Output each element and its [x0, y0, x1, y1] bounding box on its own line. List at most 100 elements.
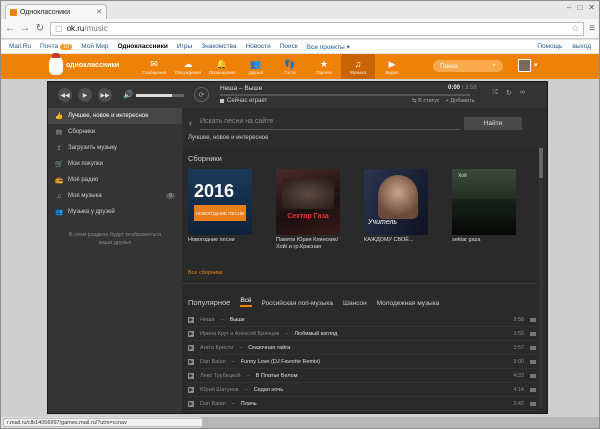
back-icon[interactable]: ←	[5, 23, 15, 34]
portal-link-mail[interactable]: Почта 10	[40, 43, 73, 50]
album-name[interactable]: КАЖДОМУ СВОЁ...	[364, 237, 428, 244]
portal-link-news[interactable]: Новости	[246, 43, 271, 50]
download-icon[interactable]	[530, 345, 536, 350]
play-icon[interactable]: ▶	[188, 372, 194, 379]
track-artist[interactable]: Ирина Круг и Алексей Брянцев	[200, 331, 279, 337]
add-button[interactable]: + Добавить	[446, 98, 475, 104]
portal-link-search[interactable]: Поиск	[280, 43, 298, 50]
sidebar-item-best[interactable]: 👍 Лучшее, новое и интересное	[48, 108, 182, 124]
browser-menu-icon[interactable]: ≡	[589, 23, 595, 34]
avatar[interactable]	[518, 59, 531, 72]
album-cover[interactable]: Учитель	[364, 169, 428, 235]
close-window-icon[interactable]: ✕	[588, 3, 595, 12]
album-cover[interactable]: Сектор Газа	[276, 169, 340, 235]
nav-music[interactable]: ♫ Музыка	[341, 54, 375, 79]
album-card[interactable]: Сектор Газа Памяти Юрия Клинских/Хой/ и …	[276, 169, 340, 251]
tab-russian-pop[interactable]: Российская поп-музыка	[262, 300, 333, 307]
album-name[interactable]: sektar gaza	[452, 237, 516, 244]
play-icon[interactable]: ▶	[188, 344, 194, 351]
sidebar-item-purchases[interactable]: 🛒 Мои покупки	[48, 156, 182, 172]
portal-link-dating[interactable]: Знакомства	[201, 43, 236, 50]
download-icon[interactable]	[530, 331, 536, 336]
track-title[interactable]: Сказочная тайга	[248, 345, 290, 351]
back-arrow-icon[interactable]: ‹	[189, 118, 192, 128]
track-title[interactable]: Любимый взгляд	[294, 331, 337, 337]
tab-youth-music[interactable]: Молодежная музыка	[377, 300, 440, 307]
repeat-icon[interactable]: ⟳	[194, 87, 209, 102]
portal-link-mailru[interactable]: Mail.Ru	[9, 43, 31, 50]
nav-notifications[interactable]: 🔔 Оповещения	[205, 54, 239, 79]
download-icon[interactable]	[530, 387, 536, 392]
nav-messages[interactable]: ✉ Сообщения	[137, 54, 171, 79]
bookmark-star-icon[interactable]: ☆	[571, 23, 579, 34]
shuffle-icon[interactable]: ⤮	[492, 89, 498, 97]
track-title[interactable]: Funny Love (DJ Favorite Remix)	[241, 359, 320, 365]
download-icon[interactable]	[530, 359, 536, 364]
link-icon[interactable]: ∞	[520, 89, 525, 96]
repeat-mode-icon[interactable]: ↻	[506, 89, 512, 97]
track-artist[interactable]: Dan Balan	[200, 401, 226, 407]
sidebar-item-my-music[interactable]: ♫ Моя музыка 0	[48, 188, 182, 204]
music-search-input[interactable]: Искать песни на сайте	[200, 118, 460, 130]
find-button[interactable]: Найти	[464, 117, 522, 130]
track-row[interactable]: ▶ Ирина Круг и Алексей Брянцев – Любимый вз…	[188, 327, 538, 341]
address-bar[interactable]: ▢ ok.ru/music ☆	[50, 21, 585, 36]
track-row[interactable]: ▶ Левс Трубецкой – В Платье Белом 4:33	[188, 369, 538, 383]
track-row[interactable]: ▶ Агата Кристи – Сказочная тайга 3:57	[188, 341, 538, 355]
ok-search-input[interactable]: Поиск ⌕	[433, 60, 503, 72]
album-card[interactable]: 2016 НОВОГОДНИЕ ПЕСНИ Новогодние песни	[188, 169, 252, 251]
sidebar-item-upload[interactable]: ⇪ Загрузить музыку	[48, 140, 182, 156]
track-row[interactable]: ▶ Неша – Выше 3:58	[188, 313, 538, 327]
now-playing[interactable]: Сейчас играет	[220, 98, 267, 104]
reload-icon[interactable]: ↻	[35, 23, 45, 34]
volume-slider[interactable]	[136, 94, 184, 97]
forward-icon[interactable]: →	[20, 23, 30, 34]
track-title[interactable]: Выше	[230, 317, 245, 323]
help-link[interactable]: Помощь	[537, 43, 562, 50]
album-cover[interactable]: Хой	[452, 169, 516, 235]
sidebar-item-friends-music[interactable]: 👥 Музыка у друзей	[48, 204, 182, 220]
track-row[interactable]: ▶ Dan Balan – Плачь 3:42	[188, 397, 538, 411]
album-name[interactable]: Памяти Юрия Клинских/Хой/ и гр.Красная	[276, 237, 340, 251]
sidebar-item-collections[interactable]: ▤ Сборники	[48, 124, 182, 140]
track-artist[interactable]: Неша	[200, 317, 215, 323]
prev-track-icon[interactable]: ◀◀	[58, 88, 72, 102]
next-track-icon[interactable]: ▶▶	[98, 88, 112, 102]
nav-ratings[interactable]: ★ Оценки	[307, 54, 341, 79]
track-artist[interactable]: Левс Трубецкой	[200, 373, 241, 379]
download-icon[interactable]	[530, 317, 536, 322]
play-icon[interactable]: ▶	[188, 386, 194, 393]
album-cover[interactable]: 2016 НОВОГОДНИЕ ПЕСНИ	[188, 169, 252, 235]
tab-close-icon[interactable]: ✕	[96, 8, 102, 16]
portal-link-all-projects[interactable]: Все проекты ▾	[307, 43, 350, 51]
nav-video[interactable]: ▶ Видео	[375, 54, 409, 79]
minimize-icon[interactable]: –	[567, 3, 571, 12]
album-card[interactable]: Учитель КАЖДОМУ СВОЁ...	[364, 169, 428, 251]
nav-discussions[interactable]: ☁ Обсуждения	[171, 54, 205, 79]
play-icon[interactable]: ▶	[188, 400, 194, 407]
sidebar-item-radio[interactable]: 📻 Моё радио	[48, 172, 182, 188]
track-title[interactable]: В Платье Белом	[256, 373, 298, 379]
track-row[interactable]: ▶ Юрий Шатунов – Седая ночь 4:14	[188, 383, 538, 397]
track-title[interactable]: Седая ночь	[254, 387, 283, 393]
download-icon[interactable]	[530, 373, 536, 378]
portal-link-games[interactable]: Игры	[177, 43, 192, 50]
track-row[interactable]: ▶ Dan Balan – Funny Love (DJ Favorite Remix…	[188, 355, 538, 369]
all-collections-link[interactable]: Все сборники	[188, 270, 223, 276]
nav-friends[interactable]: 👥 Друзья	[239, 54, 273, 79]
portal-link-ok[interactable]: Одноклассники	[117, 43, 167, 50]
play-icon[interactable]: ▶	[78, 88, 92, 102]
play-icon[interactable]: ▶	[188, 316, 194, 323]
portal-link-mymir[interactable]: Мой Мир	[81, 43, 108, 50]
to-status-button[interactable]: ⇆ В статус	[412, 98, 440, 104]
tab-chanson[interactable]: Шансон	[343, 300, 367, 307]
browser-tab[interactable]: Одноклассники ✕	[5, 4, 107, 19]
progress-bar[interactable]	[220, 94, 470, 96]
album-card[interactable]: Хой sektar gaza	[452, 169, 516, 251]
download-icon[interactable]	[530, 401, 536, 406]
track-artist[interactable]: Агата Кристи	[200, 345, 233, 351]
chevron-down-icon[interactable]: ▾	[534, 61, 538, 69]
play-icon[interactable]: ▶	[188, 358, 194, 365]
track-artist[interactable]: Dan Balan	[200, 359, 226, 365]
play-icon[interactable]: ▶	[188, 330, 194, 337]
